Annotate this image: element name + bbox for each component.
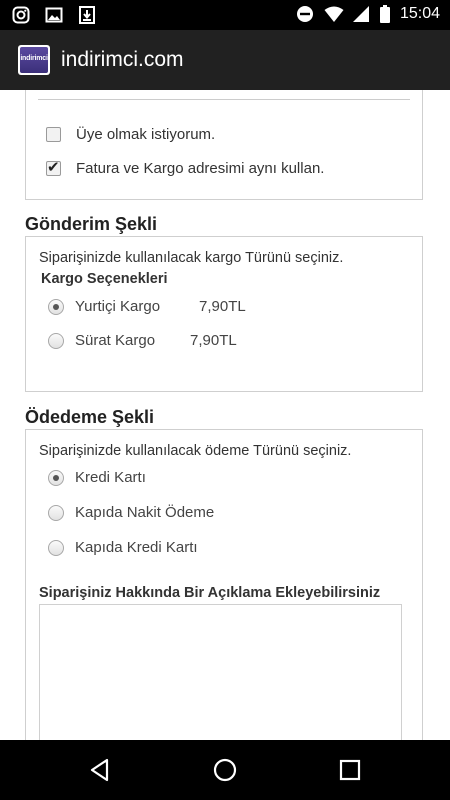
payment-hint: Siparişinizde kullanılacak ödeme Türünü … <box>39 443 352 459</box>
image-icon <box>45 6 63 24</box>
payment-option-label: Kredi Kartı <box>75 469 146 486</box>
shipping-option-price: 7,90TL <box>199 298 246 315</box>
payment-panel: Siparişinizde kullanılacak ödeme Türünü … <box>25 429 423 740</box>
shipping-option-price: 7,90TL <box>190 332 237 349</box>
instagram-icon <box>12 6 30 24</box>
payment-section-title: Ödedeme Şekli <box>25 407 155 427</box>
shipping-option-label: Yurtiçi Kargo <box>75 298 161 315</box>
recents-icon[interactable] <box>337 757 363 783</box>
shipping-option-surat[interactable]: Sürat Kargo 7,90TL <box>48 332 237 349</box>
battery-icon <box>379 5 390 23</box>
back-icon[interactable] <box>87 757 113 783</box>
account-options-panel: Üye olmak istiyorum. Fatura ve Kargo adr… <box>25 90 423 200</box>
membership-checkbox-row[interactable]: Üye olmak istiyorum. <box>46 126 215 143</box>
navigation-bar <box>0 740 450 800</box>
order-note-textarea[interactable] <box>39 604 402 740</box>
payment-option-credit-card[interactable]: Kredi Kartı <box>48 469 146 486</box>
do-not-disturb-icon <box>296 5 314 23</box>
shipping-subheading: Kargo Seçenekleri <box>41 271 168 287</box>
home-icon[interactable] <box>212 757 238 783</box>
status-bar: 15:04 <box>0 0 450 30</box>
order-note-label: Siparişiniz Hakkında Bir Açıklama Ekleye… <box>39 585 381 601</box>
checkout-form[interactable]: Üye olmak istiyorum. Fatura ve Kargo adr… <box>0 90 450 740</box>
payment-radio-credit-card[interactable] <box>48 469 64 486</box>
payment-option-card-on-delivery[interactable]: Kapıda Kredi Kartı <box>48 539 198 556</box>
download-icon <box>78 6 96 24</box>
signal-icon <box>352 5 370 23</box>
payment-radio-card-on-delivery[interactable] <box>48 539 64 556</box>
shipping-radio-surat[interactable] <box>48 332 64 349</box>
same-address-label: Fatura ve Kargo adresimi aynı kullan. <box>76 160 325 177</box>
divider <box>38 99 410 100</box>
shipping-hint: Siparişinizde kullanılacak kargo Türünü … <box>39 250 344 266</box>
app-bar: indirimci indirimci.com <box>0 30 450 90</box>
shipping-panel: Siparişinizde kullanılacak kargo Türünü … <box>25 236 423 392</box>
payment-radio-cash-on-delivery[interactable] <box>48 504 64 521</box>
shipping-option-label: Sürat Kargo <box>75 332 156 349</box>
same-address-checkbox[interactable] <box>46 158 61 176</box>
membership-checkbox[interactable] <box>46 127 61 142</box>
wifi-icon <box>324 5 344 23</box>
shipping-radio-yurtici[interactable] <box>48 298 64 315</box>
payment-option-cash-on-delivery[interactable]: Kapıda Nakit Ödeme <box>48 504 214 521</box>
shipping-option-yurtici[interactable]: Yurtiçi Kargo 7,90TL <box>48 298 246 315</box>
payment-option-label: Kapıda Nakit Ödeme <box>75 504 215 521</box>
app-title: indirimci.com <box>61 48 184 71</box>
same-address-checkbox-row[interactable]: Fatura ve Kargo adresimi aynı kullan. <box>46 158 325 177</box>
app-logo: indirimci <box>18 45 50 75</box>
shipping-section-title: Gönderim Şekli <box>25 214 158 234</box>
payment-option-label: Kapıda Kredi Kartı <box>75 539 198 556</box>
membership-label: Üye olmak istiyorum. <box>76 126 216 143</box>
clock: 15:04 <box>399 5 440 22</box>
